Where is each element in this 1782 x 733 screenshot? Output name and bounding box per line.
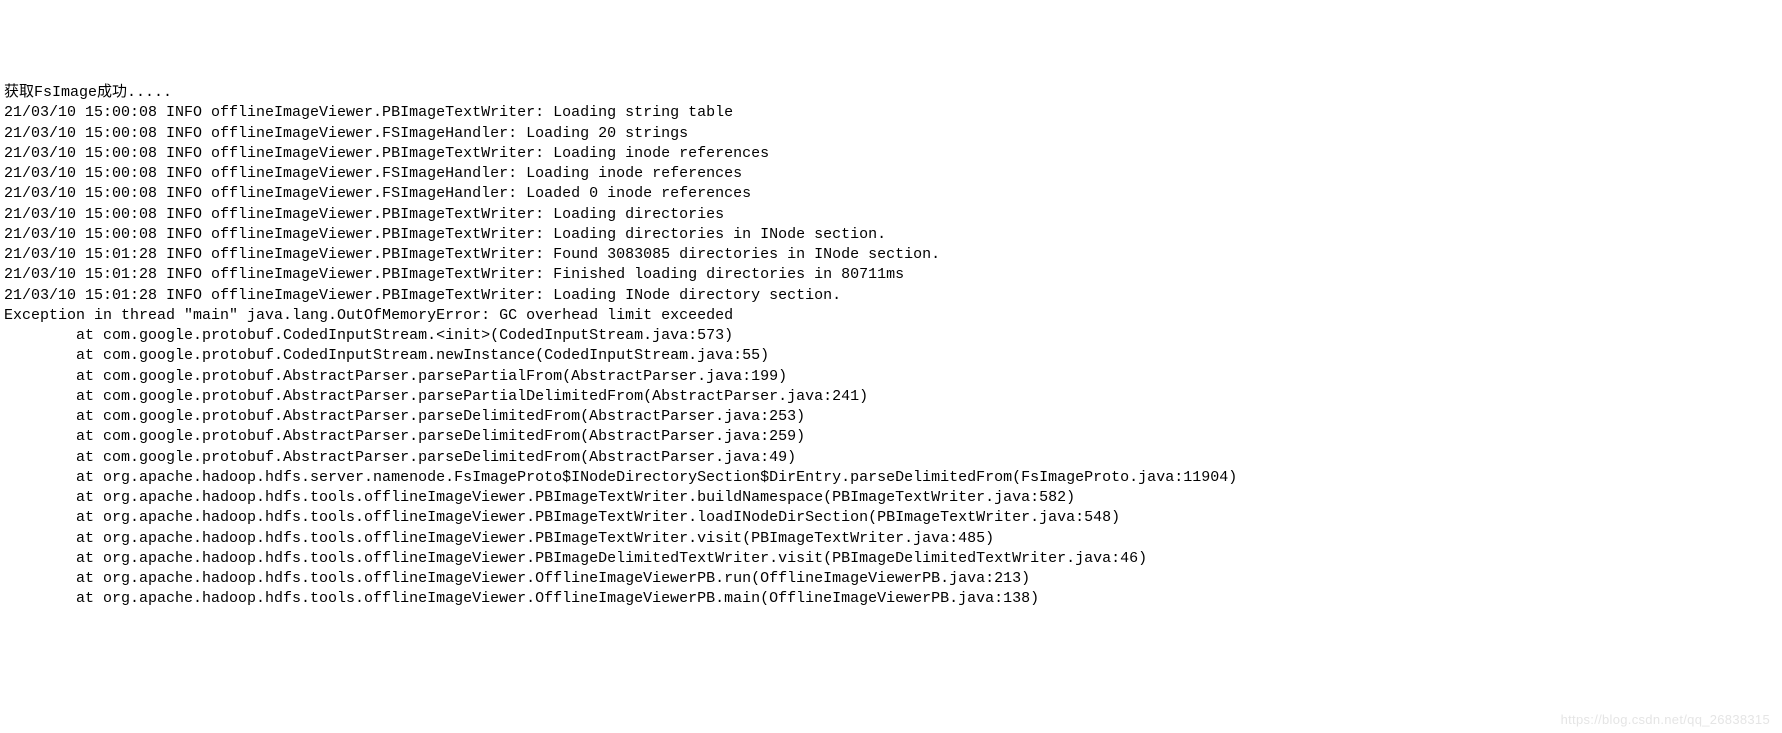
log-line: at org.apache.hadoop.hdfs.tools.offlineI… xyxy=(4,488,1778,508)
log-line: Exception in thread "main" java.lang.Out… xyxy=(4,306,1778,326)
log-line: at com.google.protobuf.CodedInputStream.… xyxy=(4,346,1778,366)
log-line: at org.apache.hadoop.hdfs.server.namenod… xyxy=(4,468,1778,488)
log-line: 21/03/10 15:00:08 INFO offlineImageViewe… xyxy=(4,144,1778,164)
log-line: at com.google.protobuf.AbstractParser.pa… xyxy=(4,427,1778,447)
log-line: 21/03/10 15:00:08 INFO offlineImageViewe… xyxy=(4,103,1778,123)
log-line: at org.apache.hadoop.hdfs.tools.offlineI… xyxy=(4,589,1778,609)
log-line: 21/03/10 15:00:08 INFO offlineImageViewe… xyxy=(4,205,1778,225)
log-line: at com.google.protobuf.CodedInputStream.… xyxy=(4,326,1778,346)
log-line: at com.google.protobuf.AbstractParser.pa… xyxy=(4,407,1778,427)
log-line: 21/03/10 15:00:08 INFO offlineImageViewe… xyxy=(4,164,1778,184)
watermark-text: https://blog.csdn.net/qq_26838315 xyxy=(1561,711,1770,729)
log-line: 21/03/10 15:00:08 INFO offlineImageViewe… xyxy=(4,124,1778,144)
log-line: 21/03/10 15:00:08 INFO offlineImageViewe… xyxy=(4,225,1778,245)
log-line: at org.apache.hadoop.hdfs.tools.offlineI… xyxy=(4,549,1778,569)
log-line: 21/03/10 15:00:08 INFO offlineImageViewe… xyxy=(4,184,1778,204)
log-line: 获取FsImage成功..... xyxy=(4,83,1778,103)
log-line: at com.google.protobuf.AbstractParser.pa… xyxy=(4,448,1778,468)
log-line: 21/03/10 15:01:28 INFO offlineImageViewe… xyxy=(4,245,1778,265)
log-line: 21/03/10 15:01:28 INFO offlineImageViewe… xyxy=(4,265,1778,285)
terminal-output: 获取FsImage成功.....21/03/10 15:00:08 INFO o… xyxy=(4,83,1778,610)
log-line: at org.apache.hadoop.hdfs.tools.offlineI… xyxy=(4,569,1778,589)
log-line: at org.apache.hadoop.hdfs.tools.offlineI… xyxy=(4,508,1778,528)
log-line: at org.apache.hadoop.hdfs.tools.offlineI… xyxy=(4,529,1778,549)
log-line: at com.google.protobuf.AbstractParser.pa… xyxy=(4,387,1778,407)
log-line: 21/03/10 15:01:28 INFO offlineImageViewe… xyxy=(4,286,1778,306)
log-line: at com.google.protobuf.AbstractParser.pa… xyxy=(4,367,1778,387)
